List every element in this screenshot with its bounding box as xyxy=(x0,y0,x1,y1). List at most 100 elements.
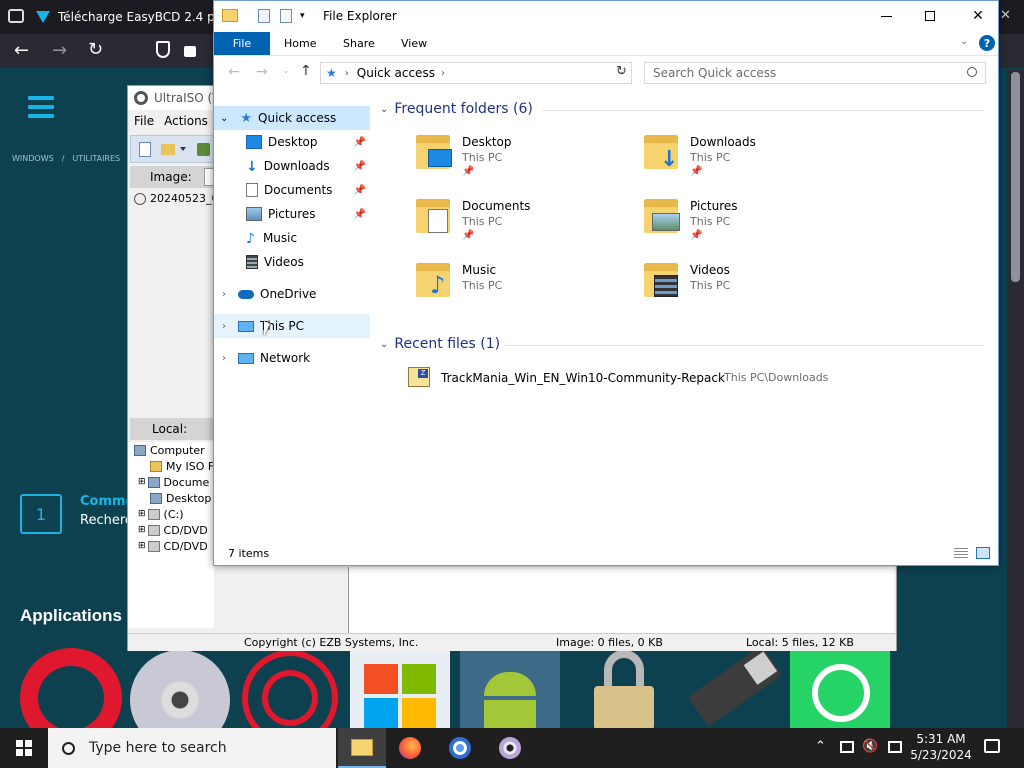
nav-back-icon[interactable]: ← xyxy=(228,64,240,80)
page-scrollbar[interactable] xyxy=(1007,70,1024,728)
dropdown-arrow-icon[interactable] xyxy=(180,147,186,151)
nav-quick-access[interactable]: ⌄ ★ Quick access xyxy=(214,106,370,130)
expand-plus-icon[interactable]: ⊞ xyxy=(138,525,146,535)
nav-videos[interactable]: Videos xyxy=(214,250,370,274)
windows-logo-icon[interactable] xyxy=(350,650,450,728)
nav-network[interactable]: › Network xyxy=(214,346,370,370)
pin-icon[interactable]: 📌 xyxy=(354,185,366,196)
opera-logo-icon[interactable] xyxy=(20,648,122,728)
expand-plus-icon[interactable]: ⊞ xyxy=(138,509,146,519)
browser-tab-active[interactable]: Télécharge EasyBCD 2.4 pour xyxy=(36,2,216,32)
customize-quick-access-icon[interactable]: ▾ xyxy=(300,11,305,21)
refresh-icon[interactable]: ↻ xyxy=(616,64,627,79)
expand-chevron-icon[interactable]: › xyxy=(222,321,226,332)
taskbar-chromium[interactable] xyxy=(436,728,484,768)
pin-icon[interactable]: 📌 xyxy=(354,161,366,172)
tree-item-documents[interactable]: ⊞ Docume xyxy=(138,474,209,490)
recent-files-header[interactable]: ⌄ Recent files (1) xyxy=(380,336,500,352)
close-button[interactable]: ✕ xyxy=(960,5,996,27)
nav-downloads[interactable]: ↓ Downloads 📌 xyxy=(214,154,370,178)
pin-icon[interactable]: 📌 xyxy=(354,209,366,220)
disc-image-icon[interactable] xyxy=(130,650,230,728)
folder-tile-downloads[interactable]: ↓ Downloads This PC 📌 xyxy=(642,131,852,183)
local-file-list[interactable] xyxy=(348,567,894,633)
tab-share[interactable]: Share xyxy=(343,32,375,55)
folder-tile-pictures[interactable]: Pictures This PC 📌 xyxy=(642,195,852,247)
expand-chevron-icon[interactable]: › xyxy=(222,289,226,300)
tab-file[interactable]: File xyxy=(214,32,270,55)
search-box[interactable]: Search Quick access xyxy=(644,62,986,84)
menu-item-actions[interactable]: Actions xyxy=(164,114,208,128)
up-arrow-icon[interactable]: ↑ xyxy=(300,63,312,79)
expand-chevron-icon[interactable]: › xyxy=(222,353,226,364)
taskbar-ultraiso[interactable] xyxy=(486,728,534,768)
taskbar-firefox[interactable] xyxy=(386,728,434,768)
large-icons-view-icon[interactable] xyxy=(976,547,990,559)
taskbar-search-box[interactable]: Type here to search xyxy=(48,728,336,768)
folder-tile-documents[interactable]: Documents This PC 📌 xyxy=(414,195,624,247)
browser-close-icon[interactable]: ✕ xyxy=(1000,8,1011,23)
nav-forward-icon[interactable]: → xyxy=(256,64,268,80)
nav-desktop[interactable]: Desktop 📌 xyxy=(214,130,370,154)
back-arrow-icon[interactable]: ← xyxy=(14,40,29,61)
explorer-titlebar[interactable]: ▾ File Explorer ✕ xyxy=(214,1,998,32)
tree-item-desktop[interactable]: Desktop xyxy=(150,490,211,506)
details-view-icon[interactable] xyxy=(954,548,968,558)
minimize-button[interactable] xyxy=(868,5,904,27)
recent-file-row[interactable]: Z TrackMania_Win_EN_Win10-Community-Repa… xyxy=(404,367,984,389)
tab-list-icon[interactable] xyxy=(8,9,24,23)
whatsapp-logo-icon[interactable] xyxy=(790,650,890,728)
reload-icon[interactable]: ↻ xyxy=(88,39,103,60)
tray-chevron-icon[interactable]: ⌃ xyxy=(815,739,826,754)
recent-locations-icon[interactable]: ⌄ xyxy=(282,66,290,76)
expand-ribbon-icon[interactable]: ⌄ xyxy=(960,36,968,47)
nav-documents[interactable]: Documents 📌 xyxy=(214,178,370,202)
tree-item-cd-dvd-1[interactable]: ⊞ CD/DVD xyxy=(138,522,208,538)
start-button[interactable] xyxy=(0,728,48,768)
tree-item-drive-c[interactable]: ⊞ (C:) xyxy=(138,506,184,522)
forward-arrow-icon[interactable]: → xyxy=(52,40,67,61)
usb-drive-icon[interactable] xyxy=(687,645,783,727)
folder-tile-music[interactable]: ♪ Music This PC xyxy=(414,259,624,311)
new-folder-quick-icon[interactable] xyxy=(280,9,292,23)
nav-music[interactable]: ♪ Music xyxy=(214,226,370,250)
network-tray-icon[interactable] xyxy=(840,741,854,753)
address-bar[interactable]: ★ › Quick access › ⌄ xyxy=(320,62,632,84)
tab-home[interactable]: Home xyxy=(284,32,316,55)
clock[interactable]: 5:31 AM 5/23/2024 xyxy=(908,731,974,763)
lock-icon[interactable] xyxy=(184,46,196,57)
volume-muted-icon[interactable]: 🔇 xyxy=(862,739,878,754)
expand-plus-icon[interactable]: ⊞ xyxy=(138,477,146,487)
folder-tile-videos[interactable]: Videos This PC xyxy=(642,259,852,311)
breadcrumb-item[interactable]: UTILITAIRES xyxy=(72,154,120,163)
menu-item-file[interactable]: File xyxy=(134,114,154,128)
tree-item-computer[interactable]: Computer xyxy=(134,442,205,458)
frequent-folders-header[interactable]: ⌄ Frequent folders (6) xyxy=(380,101,533,117)
save-icon[interactable] xyxy=(197,143,210,156)
new-file-icon[interactable] xyxy=(139,142,151,157)
breadcrumb-item[interactable]: WINDOWS xyxy=(12,154,54,163)
nav-pictures[interactable]: Pictures 📌 xyxy=(214,202,370,226)
collapse-chevron-icon[interactable]: ⌄ xyxy=(220,113,228,124)
notifications-icon[interactable] xyxy=(984,739,1000,753)
nav-this-pc[interactable]: › This PC xyxy=(214,314,370,338)
explorer-scrollbar[interactable] xyxy=(984,91,998,541)
help-icon[interactable]: ? xyxy=(979,35,995,51)
open-folder-icon[interactable] xyxy=(161,144,175,155)
taskbar-file-explorer[interactable] xyxy=(338,728,386,768)
menu-hamburger-icon[interactable] xyxy=(28,96,54,123)
image-item[interactable]: 20240523_0 xyxy=(134,192,219,205)
expand-plus-icon[interactable]: ⊞ xyxy=(138,541,146,551)
padlock-icon[interactable] xyxy=(590,650,660,728)
shield-icon[interactable] xyxy=(156,41,170,58)
maximize-button[interactable] xyxy=(912,5,948,27)
tree-item-cd-dvd-2[interactable]: ⊞ CD/DVD xyxy=(138,538,208,554)
tab-view[interactable]: View xyxy=(401,32,427,55)
input-indicator-icon[interactable] xyxy=(888,741,902,753)
tree-item-my-iso[interactable]: My ISO F xyxy=(150,458,214,474)
quick-properties-icon[interactable] xyxy=(258,9,270,23)
nav-onedrive[interactable]: › OneDrive xyxy=(214,282,370,306)
pin-icon[interactable]: 📌 xyxy=(354,137,366,148)
opera-gx-logo-icon[interactable] xyxy=(242,650,338,728)
folder-tile-desktop[interactable]: Desktop This PC 📌 xyxy=(414,131,624,183)
